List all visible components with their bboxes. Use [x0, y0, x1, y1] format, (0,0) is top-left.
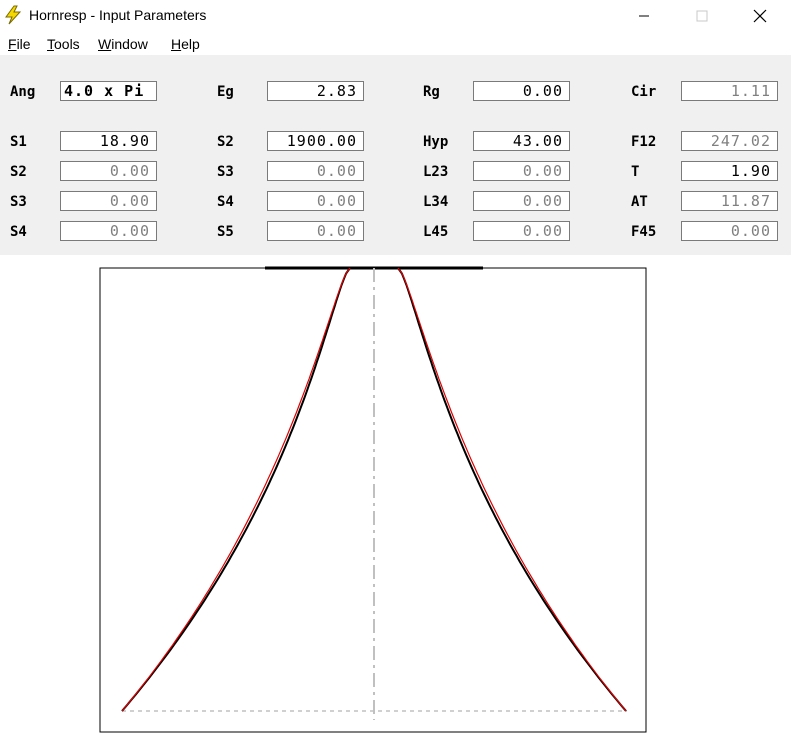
param-field-s1[interactable]: 18.90: [60, 131, 157, 151]
param-label-rg: Rg: [423, 84, 440, 100]
menu-window-label: indow: [111, 36, 148, 52]
param-field-l45[interactable]: 0.00: [473, 221, 570, 241]
param-label-s5: S5: [217, 224, 234, 240]
input-parameters-panel: Ang 4.0 x Pi Eg 2.83 Rg 0.00 Cir 1.11 S1…: [0, 55, 791, 255]
menu-tools-label: ools: [54, 36, 80, 52]
minimize-icon: [639, 15, 649, 17]
maximize-button[interactable]: [673, 0, 731, 32]
param-label-at: AT: [631, 194, 648, 210]
param-field-s2-seg2[interactable]: 0.00: [60, 161, 157, 181]
param-field-at[interactable]: 11.87: [681, 191, 778, 211]
param-label-s3-seg3: S3: [10, 194, 27, 210]
param-field-l34[interactable]: 0.00: [473, 191, 570, 211]
param-field-l23[interactable]: 0.00: [473, 161, 570, 181]
param-label-eg: Eg: [217, 84, 234, 100]
param-label-l34: L34: [423, 194, 449, 210]
param-field-s4[interactable]: 0.00: [267, 191, 364, 211]
param-field-s3[interactable]: 0.00: [267, 161, 364, 181]
param-field-rg[interactable]: 0.00: [473, 81, 570, 101]
param-label-s2-seg2: S2: [10, 164, 27, 180]
minimize-button[interactable]: [615, 0, 673, 32]
param-label-t: T: [631, 164, 640, 180]
param-field-f45[interactable]: 0.00: [681, 221, 778, 241]
horn-profile-svg: [99, 266, 647, 733]
param-field-ang[interactable]: 4.0 x Pi: [60, 81, 157, 101]
param-label-f45: F45: [631, 224, 657, 240]
param-label-s2: S2: [217, 134, 234, 150]
param-field-eg[interactable]: 2.83: [267, 81, 364, 101]
plot-frame: [99, 267, 647, 733]
param-field-s3-seg3[interactable]: 0.00: [60, 191, 157, 211]
maximize-icon: [696, 10, 708, 22]
param-field-s5[interactable]: 0.00: [267, 221, 364, 241]
param-field-t[interactable]: 1.90: [681, 161, 778, 181]
window-title: Hornresp - Input Parameters: [29, 7, 207, 23]
param-label-f12: F12: [631, 134, 657, 150]
close-button[interactable]: [731, 0, 789, 32]
param-label-s1: S1: [10, 134, 27, 150]
param-label-hyp: Hyp: [423, 134, 449, 150]
menu-window-mnemonic: W: [98, 36, 112, 52]
param-label-l45: L45: [423, 224, 449, 240]
menu-tools[interactable]: Tools: [47, 36, 80, 52]
menu-file-mnemonic: F: [8, 36, 17, 52]
menu-help[interactable]: Help: [171, 36, 200, 52]
close-icon: [753, 9, 767, 23]
param-field-s2[interactable]: 1900.00: [267, 131, 364, 151]
horn-profile-plot: [0, 255, 791, 740]
param-label-s3: S3: [217, 164, 234, 180]
menu-tools-mnemonic: T: [47, 36, 54, 52]
lightning-bolt-icon: [5, 5, 22, 25]
param-label-s4: S4: [217, 194, 234, 210]
param-field-s4-seg4[interactable]: 0.00: [60, 221, 157, 241]
param-label-s4-seg4: S4: [10, 224, 27, 240]
menu-window[interactable]: Window: [98, 36, 148, 52]
param-field-f12[interactable]: 247.02: [681, 131, 778, 151]
menu-file-label: ile: [16, 36, 31, 52]
param-label-cir: Cir: [631, 84, 657, 100]
title-bar: Hornresp - Input Parameters: [0, 0, 791, 32]
param-label-l23: L23: [423, 164, 449, 180]
param-field-cir[interactable]: 1.11: [681, 81, 778, 101]
menu-file[interactable]: File: [8, 36, 31, 52]
param-label-ang: Ang: [10, 84, 36, 100]
menu-help-label: elp: [181, 36, 200, 52]
menu-bar: File Tools Window Help: [0, 33, 791, 55]
menu-help-mnemonic: H: [171, 36, 182, 52]
param-field-hyp[interactable]: 43.00: [473, 131, 570, 151]
